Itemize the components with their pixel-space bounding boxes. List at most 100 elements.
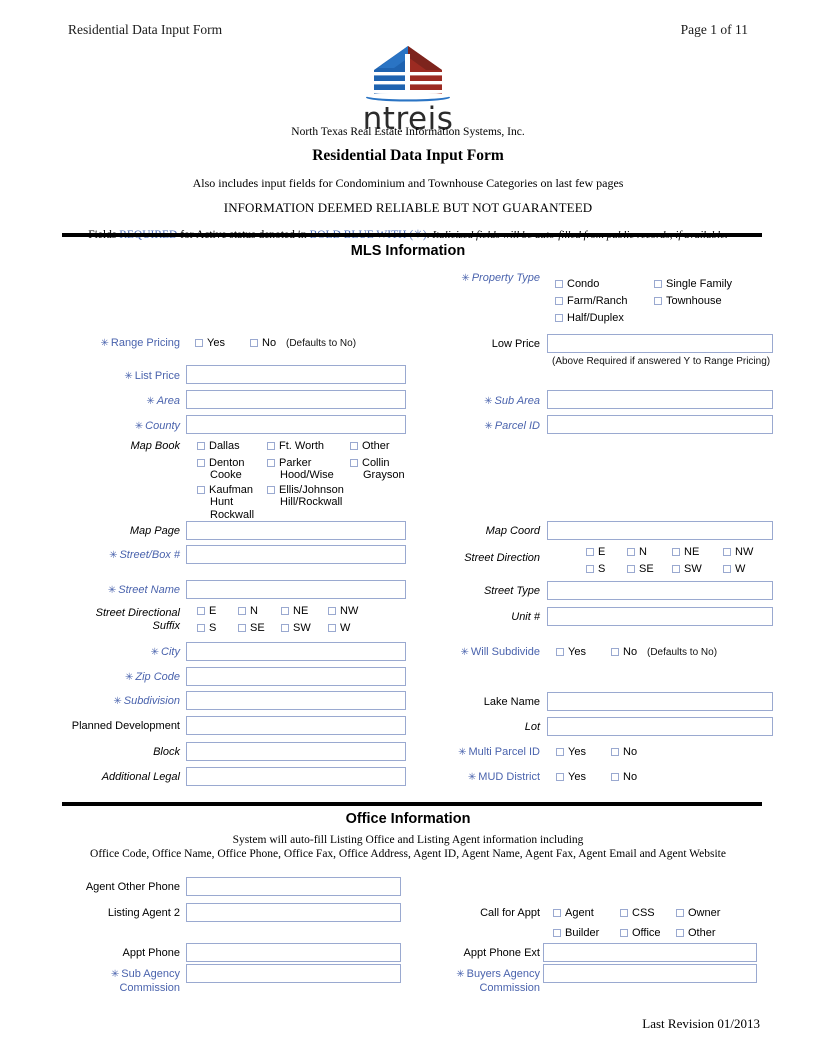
checkbox-map-book-dallas[interactable]: Dallas xyxy=(197,440,267,452)
checkbox-box[interactable] xyxy=(627,548,635,556)
checkbox-box[interactable] xyxy=(555,297,563,305)
checkbox-box[interactable] xyxy=(553,909,561,917)
input-agent-other-phone[interactable] xyxy=(186,877,401,896)
checkbox-box[interactable] xyxy=(350,459,358,467)
input-unit-number[interactable] xyxy=(547,607,773,626)
checkbox-suffix-w[interactable]: W xyxy=(328,622,350,634)
input-street-type[interactable] xyxy=(547,581,773,600)
checkbox-street-direction-se[interactable]: SE xyxy=(627,563,654,575)
checkbox-property-type-farm-ranch[interactable]: Farm/Ranch xyxy=(555,295,628,307)
checkbox-will-subdivide-no[interactable]: No xyxy=(611,646,637,658)
checkbox-map-book-parker-hood-wise[interactable]: Parker Hood/Wise xyxy=(267,457,352,482)
checkbox-call-for-appt-owner[interactable]: Owner xyxy=(676,907,720,919)
checkbox-mud-district-no[interactable]: No xyxy=(611,771,637,783)
checkbox-box[interactable] xyxy=(611,773,619,781)
checkbox-street-direction-e[interactable]: E xyxy=(586,546,605,558)
checkbox-suffix-n[interactable]: N xyxy=(238,605,258,617)
checkbox-box[interactable] xyxy=(238,624,246,632)
checkbox-box[interactable] xyxy=(611,648,619,656)
checkbox-box[interactable] xyxy=(250,339,258,347)
checkbox-box[interactable] xyxy=(267,459,275,467)
checkbox-suffix-se[interactable]: SE xyxy=(238,622,265,634)
input-lake-name[interactable] xyxy=(547,692,773,711)
checkbox-street-direction-sw[interactable]: SW xyxy=(672,563,702,575)
checkbox-map-book-collin-grayson[interactable]: Collin Grayson xyxy=(350,457,420,482)
input-appt-phone[interactable] xyxy=(186,943,401,962)
checkbox-box[interactable] xyxy=(620,909,628,917)
input-city[interactable] xyxy=(186,642,406,661)
checkbox-box[interactable] xyxy=(328,624,336,632)
checkbox-street-direction-n[interactable]: N xyxy=(627,546,647,558)
checkbox-map-book-ellis-johnson-hill-rockwall[interactable]: Ellis/Johnson Hill/Rockwall xyxy=(267,484,362,509)
checkbox-mud-district-yes[interactable]: Yes xyxy=(556,771,586,783)
checkbox-box[interactable] xyxy=(555,280,563,288)
checkbox-box[interactable] xyxy=(197,486,205,494)
checkbox-box[interactable] xyxy=(555,314,563,322)
input-zip-code[interactable] xyxy=(186,667,406,686)
checkbox-box[interactable] xyxy=(195,339,203,347)
checkbox-box[interactable] xyxy=(627,565,635,573)
checkbox-map-book-denton-cooke[interactable]: Denton Cooke xyxy=(197,457,267,482)
input-map-page[interactable] xyxy=(186,521,406,540)
checkbox-street-direction-nw[interactable]: NW xyxy=(723,546,753,558)
input-additional-legal[interactable] xyxy=(186,767,406,786)
checkbox-box[interactable] xyxy=(672,548,680,556)
input-county[interactable] xyxy=(186,415,406,434)
input-lot[interactable] xyxy=(547,717,773,736)
checkbox-call-for-appt-office[interactable]: Office xyxy=(620,927,661,939)
checkbox-box[interactable] xyxy=(197,607,205,615)
input-street-box-number[interactable] xyxy=(186,545,406,564)
checkbox-suffix-e[interactable]: E xyxy=(197,605,216,617)
checkbox-box[interactable] xyxy=(586,548,594,556)
checkbox-property-type-half-duplex[interactable]: Half/Duplex xyxy=(555,312,624,324)
checkbox-box[interactable] xyxy=(723,565,731,573)
checkbox-suffix-s[interactable]: S xyxy=(197,622,216,634)
input-list-price[interactable] xyxy=(186,365,406,384)
input-parcel-id[interactable] xyxy=(547,415,773,434)
checkbox-call-for-appt-other[interactable]: Other xyxy=(676,927,716,939)
input-map-coord[interactable] xyxy=(547,521,773,540)
checkbox-property-type-townhouse[interactable]: Townhouse xyxy=(654,295,722,307)
checkbox-box[interactable] xyxy=(654,297,662,305)
checkbox-will-subdivide-yes[interactable]: Yes xyxy=(556,646,586,658)
checkbox-range-pricing-yes[interactable]: Yes xyxy=(195,337,225,349)
checkbox-map-book-ft-worth[interactable]: Ft. Worth xyxy=(267,440,352,452)
input-buyers-agency-commission[interactable] xyxy=(543,964,757,983)
checkbox-box[interactable] xyxy=(654,280,662,288)
checkbox-box[interactable] xyxy=(281,607,289,615)
checkbox-call-for-appt-agent[interactable]: Agent xyxy=(553,907,594,919)
checkbox-box[interactable] xyxy=(197,442,205,450)
input-block[interactable] xyxy=(186,742,406,761)
checkbox-street-direction-w[interactable]: W xyxy=(723,563,745,575)
input-sub-area[interactable] xyxy=(547,390,773,409)
checkbox-box[interactable] xyxy=(611,748,619,756)
checkbox-street-direction-s[interactable]: S xyxy=(586,563,605,575)
checkbox-box[interactable] xyxy=(238,607,246,615)
checkbox-box[interactable] xyxy=(197,459,205,467)
input-street-name[interactable] xyxy=(186,580,406,599)
checkbox-box[interactable] xyxy=(556,648,564,656)
checkbox-street-direction-ne[interactable]: NE xyxy=(672,546,699,558)
checkbox-multi-parcel-id-no[interactable]: No xyxy=(611,746,637,758)
checkbox-box[interactable] xyxy=(328,607,336,615)
checkbox-property-type-single-family[interactable]: Single Family xyxy=(654,278,732,290)
checkbox-box[interactable] xyxy=(553,929,561,937)
input-area[interactable] xyxy=(186,390,406,409)
checkbox-map-book-kaufman-hunt-rockwall[interactable]: Kaufman Hunt Rockwall xyxy=(197,484,267,521)
checkbox-box[interactable] xyxy=(676,909,684,917)
checkbox-box[interactable] xyxy=(281,624,289,632)
input-subdivision[interactable] xyxy=(186,691,406,710)
checkbox-range-pricing-no[interactable]: No xyxy=(250,337,276,349)
checkbox-suffix-sw[interactable]: SW xyxy=(281,622,311,634)
checkbox-call-for-appt-css[interactable]: CSS xyxy=(620,907,655,919)
checkbox-box[interactable] xyxy=(620,929,628,937)
checkbox-box[interactable] xyxy=(723,548,731,556)
checkbox-box[interactable] xyxy=(350,442,358,450)
input-sub-agency-commission[interactable] xyxy=(186,964,401,983)
input-listing-agent-2[interactable] xyxy=(186,903,401,922)
checkbox-call-for-appt-builder[interactable]: Builder xyxy=(553,927,599,939)
input-low-price[interactable] xyxy=(547,334,773,353)
input-appt-phone-ext[interactable] xyxy=(543,943,757,962)
checkbox-box[interactable] xyxy=(267,486,275,494)
checkbox-box[interactable] xyxy=(672,565,680,573)
